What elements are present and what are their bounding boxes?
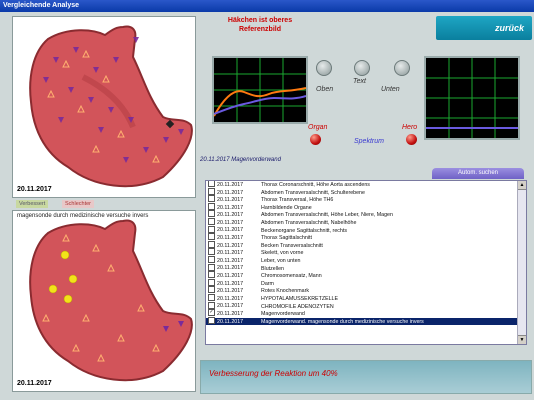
- list-item-checkbox[interactable]: ✓: [208, 309, 215, 317]
- organ-label: Organ: [308, 124, 328, 131]
- scroll-down-icon[interactable]: ▼: [518, 335, 526, 344]
- reference-image-panel[interactable]: 20.11.2017: [12, 16, 196, 198]
- scroll-up-icon[interactable]: ▲: [518, 181, 526, 190]
- list-item-checkbox[interactable]: [208, 293, 215, 301]
- list-item-date: 20.11.2017: [217, 318, 244, 325]
- list-item-label: Beckenorgane Sagittalschnitt, rechts: [261, 227, 347, 234]
- comparison-overlay-text: magensonde durch medizinische versuche i…: [17, 213, 149, 219]
- tab-improved[interactable]: Verbessert: [16, 200, 49, 208]
- list-item[interactable]: 20.11.2017 Becken Transversalschnitt: [206, 240, 526, 250]
- tab-worse[interactable]: Schlechter: [62, 200, 94, 208]
- list-scrollbar[interactable]: ▲ ▼: [517, 181, 526, 344]
- scan-list-rows: 20.11.2017 Thorax Coronarschnitt, Höhe Ao…: [206, 181, 526, 326]
- hero-label: Hero: [402, 124, 418, 131]
- list-item-label: Abdomen Transversalschnitt, Höhe Leber, …: [261, 212, 393, 219]
- bottom-button[interactable]: [394, 60, 410, 76]
- list-item[interactable]: 20.11.2017 CHROMOFILE ADENOZYTEN: [206, 301, 526, 311]
- spectrum-label: Spektrum: [354, 138, 384, 145]
- list-item[interactable]: 20.11.2017 Leber, von unten: [206, 255, 526, 265]
- list-item-checkbox[interactable]: [208, 187, 215, 195]
- list-item[interactable]: 20.11.2017 Magenvorderwand. magensonde du…: [206, 316, 526, 326]
- list-item-label: Thorax Sagittalschnitt: [261, 235, 312, 242]
- list-item[interactable]: 20.11.2017 HYPOTALAMUSSEKRETZELLE: [206, 293, 526, 303]
- list-item-checkbox[interactable]: [208, 240, 215, 248]
- auto-search-button[interactable]: Autom. suchen: [432, 168, 524, 179]
- text-label: Text: [353, 78, 366, 85]
- list-item[interactable]: 20.11.2017 Rotes Knochenmark: [206, 286, 526, 295]
- list-item[interactable]: 20.11.2017 Thorax Coronarschnitt, Höhe Ao…: [206, 181, 526, 189]
- list-item-checkbox[interactable]: [208, 181, 215, 187]
- organ-indicator[interactable]: [310, 134, 321, 145]
- list-item-checkbox[interactable]: [208, 210, 215, 218]
- list-item-label: Abdomen Transversalschnitt, Schultereben…: [261, 189, 365, 196]
- list-item[interactable]: 20.11.2017 Skelett, von vorne: [206, 248, 526, 257]
- top-label: Oben: [316, 86, 334, 93]
- selection-caption: 20.11.2017 Magenvorderwand: [200, 157, 281, 163]
- organ-scope: [212, 56, 308, 124]
- list-item-checkbox[interactable]: [208, 263, 215, 271]
- list-item-label: Skelett, von vorne: [261, 250, 304, 257]
- comparison-date: 20.11.2017: [17, 380, 52, 387]
- list-item[interactable]: 20.11.2017 Abdomen Transversalschnitt, Hö…: [206, 210, 526, 219]
- list-item-checkbox[interactable]: [208, 316, 215, 324]
- list-item-label: Rotes Knochenmark: [261, 288, 309, 295]
- list-item-label: Magenvorderwand. magensonde durch medizi…: [261, 318, 424, 325]
- hero-indicator[interactable]: [406, 134, 417, 145]
- list-item-checkbox[interactable]: [208, 202, 215, 210]
- list-item[interactable]: 20.11.2017 Beckenorgane Sagittalschnitt, …: [206, 225, 526, 235]
- window-title: Vergleichende Analyse: [0, 0, 534, 12]
- text-button[interactable]: [354, 60, 370, 76]
- list-item-label: Thorax Transversal, Höhe TH6: [261, 197, 334, 204]
- back-button[interactable]: zurück: [436, 16, 532, 40]
- list-item-label: Magenvorderwand: [261, 311, 305, 317]
- list-item-checkbox[interactable]: [208, 278, 215, 286]
- list-item[interactable]: 20.11.2017 Darm: [206, 278, 526, 288]
- list-item-label: Leber, von unten: [261, 257, 301, 264]
- list-item-checkbox[interactable]: [208, 301, 215, 309]
- list-item-checkbox[interactable]: [208, 225, 215, 233]
- list-item-label: Blutzellen: [261, 265, 284, 272]
- list-item-checkbox[interactable]: [208, 217, 215, 225]
- list-item[interactable]: 20.11.2017 Harnbildende Organe: [206, 202, 526, 212]
- stomach-reference-image: [29, 25, 193, 188]
- list-item-label: Thorax Coronarschnitt, Höhe Aorta ascend…: [261, 181, 370, 188]
- result-banner: Verbesserung der Reaktion um 40%: [200, 360, 532, 394]
- reference-hint-line2: Referenzbild: [238, 26, 281, 33]
- list-item-label: CHROMOFILE ADENOZYTEN: [261, 303, 334, 310]
- list-item-label: Harnbildende Organe: [261, 204, 312, 211]
- list-item-label: Abdomen Transversalschnitt, Nabelhöhe: [261, 219, 357, 226]
- list-item[interactable]: 20.11.2017 Abdomen Transversalschnitt, Na…: [206, 217, 526, 227]
- list-item-label: HYPOTALAMUSSEKRETZELLE: [261, 295, 339, 302]
- top-button[interactable]: [316, 60, 332, 76]
- list-item[interactable]: ✓ 20.11.2017 Magenvorderwand: [206, 309, 526, 318]
- bottom-label: Unten: [381, 86, 400, 93]
- list-item-checkbox[interactable]: [208, 271, 215, 279]
- reference-date: 20.11.2017: [17, 186, 52, 193]
- list-item-label: Darm: [261, 280, 274, 287]
- list-item[interactable]: 20.11.2017 Blutzellen: [206, 263, 526, 273]
- hero-scope: [424, 56, 520, 140]
- comparison-image-panel[interactable]: magensonde durch medizinische versuche i…: [12, 210, 196, 392]
- list-item-checkbox[interactable]: [208, 248, 215, 256]
- list-item-checkbox[interactable]: [208, 195, 215, 203]
- list-item[interactable]: 20.11.2017 Abdomen Transversalschnitt, Sc…: [206, 187, 526, 197]
- list-item-checkbox[interactable]: [208, 233, 215, 241]
- reference-hint-line1: Häkchen ist oberes: [227, 17, 293, 24]
- list-item-label: Becken Transversalschnitt: [261, 242, 323, 249]
- stomach-comparison-image: [29, 219, 193, 382]
- list-item-checkbox[interactable]: [208, 286, 215, 294]
- reference-hint: Häkchen ist oberes Referenzbild: [212, 16, 308, 34]
- list-item[interactable]: 20.11.2017 Thorax Sagittalschnitt: [206, 233, 526, 242]
- organ-waveform: [213, 58, 307, 122]
- scan-list[interactable]: 20.11.2017 Thorax Coronarschnitt, Höhe Ao…: [205, 180, 527, 345]
- list-item[interactable]: 20.11.2017 Thorax Transversal, Höhe TH6: [206, 195, 526, 204]
- list-item[interactable]: 20.11.2017 Chromosomensatz, Mann: [206, 271, 526, 280]
- hero-waveform: [426, 58, 518, 138]
- result-message: Verbesserung der Reaktion um 40%: [209, 369, 338, 378]
- list-item-checkbox[interactable]: [208, 255, 215, 263]
- list-item-label: Chromosomensatz, Mann: [261, 273, 322, 280]
